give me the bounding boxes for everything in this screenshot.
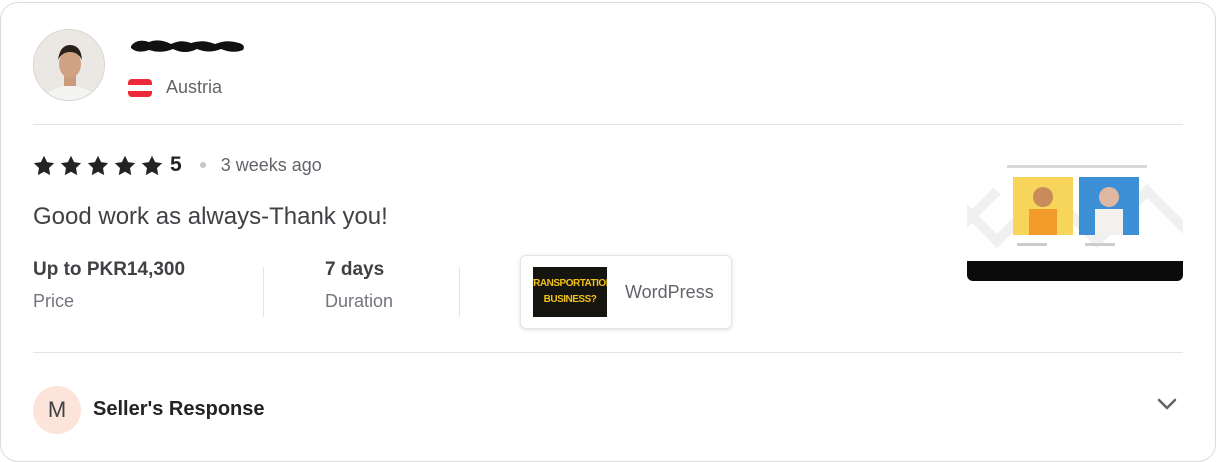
seller-avatar: M: [33, 386, 81, 434]
star-icon: [87, 155, 109, 175]
star-rating: [33, 155, 168, 176]
separator-dot: [199, 162, 206, 168]
review-card: Austria 5 3 weeks ago Good work as alway…: [0, 2, 1216, 462]
gig-thumbnail: TRANSPORTATION BUSINESS?: [533, 267, 607, 317]
duration-label: Duration: [325, 291, 394, 311]
response-divider: [33, 352, 1183, 353]
header-divider: [33, 124, 1183, 125]
chevron-down-icon[interactable]: [1156, 395, 1178, 413]
review-text: Good work as always-Thank you!: [33, 203, 388, 230]
rating-value: 5: [170, 153, 182, 176]
reviewer-country: Austria: [128, 77, 222, 98]
austria-flag-icon: [128, 78, 152, 97]
review-attachment-image[interactable]: [967, 151, 1183, 281]
star-icon: [60, 155, 82, 175]
rating-row: 5 3 weeks ago: [33, 152, 322, 178]
star-icon: [33, 155, 55, 175]
gig-label: WordPress: [625, 281, 714, 302]
review-time-ago: 3 weeks ago: [220, 154, 322, 175]
gig-link[interactable]: TRANSPORTATION BUSINESS? WordPress: [520, 255, 732, 329]
meta-divider: [459, 267, 460, 317]
country-name: Austria: [166, 77, 223, 97]
reviewer-avatar[interactable]: [33, 29, 105, 101]
gig-thumbnail-line1: TRANSPORTATION: [533, 278, 607, 289]
username-redacted: [131, 40, 244, 52]
price-block: Up to PKR14,300 Price: [33, 259, 185, 312]
duration-value: 7 days: [325, 259, 385, 280]
star-icon: [114, 155, 136, 175]
gig-thumbnail-line2: BUSINESS?: [543, 294, 597, 305]
seller-response-label[interactable]: Seller's Response: [93, 398, 265, 421]
star-icon: [141, 155, 163, 175]
price-value: Up to PKR14,300: [33, 259, 186, 280]
duration-block: 7 days Duration: [325, 259, 393, 312]
price-label: Price: [33, 291, 75, 311]
meta-divider: [263, 267, 264, 317]
